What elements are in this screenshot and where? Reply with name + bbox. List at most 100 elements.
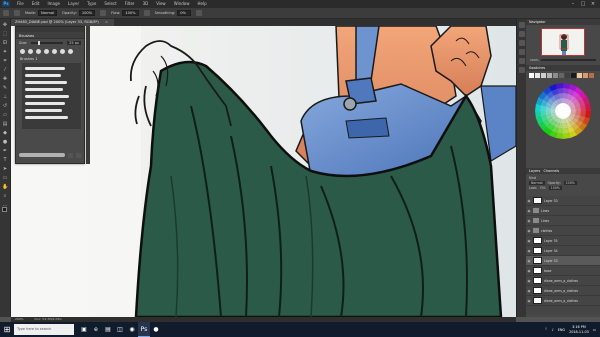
airbrush-icon[interactable] (143, 10, 150, 16)
brush-stroke-preview[interactable] (25, 95, 69, 98)
flow-input[interactable]: 100% (122, 10, 139, 16)
layer-row[interactable]: ◉ Layer 34 (526, 246, 600, 256)
menu-type[interactable]: Type (83, 0, 100, 8)
color-swatch[interactable] (583, 73, 588, 78)
maximize-icon[interactable]: □ (578, 1, 588, 7)
brush-tip-preset[interactable] (68, 49, 73, 54)
network-icon[interactable]: ⌔ (544, 327, 547, 332)
smoothing-input[interactable]: 0% (177, 10, 192, 16)
healing-tool-icon[interactable]: ✚ (2, 76, 8, 82)
layer-row[interactable]: ◉ diane_arms_a_clothes (526, 296, 600, 306)
navigator-panel-title[interactable]: Navigator (526, 19, 600, 25)
gradient-tool-icon[interactable]: ▤ (2, 121, 8, 127)
move-tool-icon[interactable]: ✥ (2, 22, 8, 28)
notifications-icon[interactable]: ▭ (593, 328, 596, 332)
navigator-zoom-value[interactable]: 200% (530, 58, 539, 62)
layer-row[interactable]: ◉ Layer 35 (526, 236, 600, 246)
brush-tip-preset[interactable] (28, 49, 33, 54)
visibility-eye-icon[interactable]: ◉ (527, 249, 531, 253)
brush-stroke-preview[interactable] (25, 116, 68, 119)
visibility-eye-icon[interactable]: ◉ (527, 239, 531, 243)
color-swatch[interactable] (565, 73, 570, 78)
brush-tip-preset[interactable] (44, 49, 49, 54)
menu-view[interactable]: View (152, 0, 170, 8)
actions-panel-icon[interactable] (518, 67, 525, 73)
fill-input[interactable]: 100% (548, 185, 562, 190)
crop-tool-icon[interactable]: ⌗ (2, 58, 8, 64)
document-tab[interactable]: ZH485_DIANE.psd @ 200% (Layer 33, RGB/8*… (11, 19, 114, 26)
menu-layer[interactable]: Layer (64, 0, 83, 8)
brush-group-label[interactable]: Brushes 1 (16, 56, 84, 62)
new-brush-icon[interactable] (68, 152, 73, 158)
color-swatch[interactable] (589, 73, 594, 78)
color-swatch[interactable] (571, 73, 576, 78)
brush-size-value[interactable]: 25 px (67, 41, 81, 45)
close-icon[interactable]: × (588, 1, 598, 7)
color-wheel[interactable] (532, 81, 594, 141)
history-brush-icon[interactable]: ↺ (2, 103, 8, 109)
chrome-icon[interactable]: ◉ (126, 322, 138, 337)
magic-wand-tool-icon[interactable]: ✦ (2, 49, 8, 55)
menu-file[interactable]: File (13, 0, 28, 8)
delete-brush-icon[interactable] (76, 152, 81, 158)
color-swatch[interactable] (529, 73, 534, 78)
brush-tip-preset[interactable] (60, 49, 65, 54)
eyedropper-tool-icon[interactable]: ⁄ (2, 67, 8, 73)
brush-tip-preset[interactable] (36, 49, 41, 54)
layer-row[interactable]: ◉ Lines (526, 206, 600, 216)
mode-select[interactable]: Normal (38, 10, 58, 16)
layer-row[interactable]: ◉ Layer 33 (526, 256, 600, 266)
path-select-tool-icon[interactable]: ➤ (2, 166, 8, 172)
visibility-eye-icon[interactable]: ◉ (527, 219, 531, 223)
color-swatch[interactable] (547, 73, 552, 78)
language-indicator[interactable]: ENG (558, 328, 565, 332)
hand-tool-icon[interactable]: ✋ (2, 184, 8, 190)
volume-icon[interactable]: ♪ (552, 328, 554, 332)
type-tool-icon[interactable]: T (2, 157, 8, 163)
blur-tool-icon[interactable]: ◆ (2, 130, 8, 136)
visibility-eye-icon[interactable]: ◉ (527, 279, 531, 283)
visibility-eye-icon[interactable]: ◉ (527, 289, 531, 293)
panel-collapse-strip[interactable] (86, 26, 90, 164)
color-swatch[interactable] (577, 73, 582, 78)
layer-opacity-input[interactable]: 100% (563, 180, 577, 185)
history-panel-icon[interactable] (518, 22, 525, 28)
tab-layers[interactable]: Layers (529, 169, 540, 173)
visibility-eye-icon[interactable]: ◉ (527, 299, 531, 303)
brush-settings-icon[interactable] (14, 10, 20, 16)
pressure-opacity-icon[interactable] (100, 10, 107, 16)
taskbar-clock[interactable]: 3:16 PM 2018-11-03 (569, 325, 589, 335)
brush-stroke-preview[interactable] (25, 102, 65, 105)
adjustments-panel-icon[interactable] (518, 40, 525, 46)
edge-browser-icon[interactable]: e (90, 322, 102, 337)
navigator-thumbnail[interactable] (541, 28, 585, 56)
opacity-input[interactable]: 100% (78, 10, 96, 16)
color-swatch[interactable] (553, 73, 558, 78)
layer-row[interactable]: ◉ diane_arms_a_clothes (526, 286, 600, 296)
file-explorer-icon[interactable]: ▤ (102, 322, 114, 337)
layer-filter-kind[interactable]: Kind (529, 176, 536, 180)
character-panel-icon[interactable] (518, 49, 525, 55)
brush-stroke-preview[interactable] (25, 67, 65, 70)
brush-tool-icon[interactable]: ✎ (2, 85, 8, 91)
brush-tip-preset[interactable] (52, 49, 57, 54)
menu-help[interactable]: Help (193, 0, 210, 8)
menu-window[interactable]: Window (170, 0, 194, 8)
pen-tool-icon[interactable]: ✒ (2, 148, 8, 154)
brush-stroke-preview[interactable] (25, 109, 62, 112)
menu-edit[interactable]: Edit (28, 0, 44, 8)
shape-tool-icon[interactable]: ▭ (2, 175, 8, 181)
photoshop-taskbar-icon[interactable]: Ps (138, 322, 150, 337)
layer-row[interactable]: ◉ diane_arms_a_clothes (526, 276, 600, 286)
visibility-eye-icon[interactable]: ◉ (527, 229, 531, 233)
menu-filter[interactable]: Filter (121, 0, 139, 8)
brush-stroke-preview[interactable] (25, 81, 67, 84)
brush-preset-icon[interactable] (3, 10, 9, 16)
menu-select[interactable]: Select (100, 0, 120, 8)
layer-row[interactable]: ◉ Layer 33 (526, 196, 600, 206)
brush-size-slider[interactable] (31, 41, 64, 45)
visibility-eye-icon[interactable]: ◉ (527, 269, 531, 273)
brush-stroke-preview[interactable] (25, 88, 63, 91)
zoom-tool-icon[interactable]: ⌕ (2, 193, 8, 199)
obs-icon[interactable]: ● (150, 322, 162, 337)
